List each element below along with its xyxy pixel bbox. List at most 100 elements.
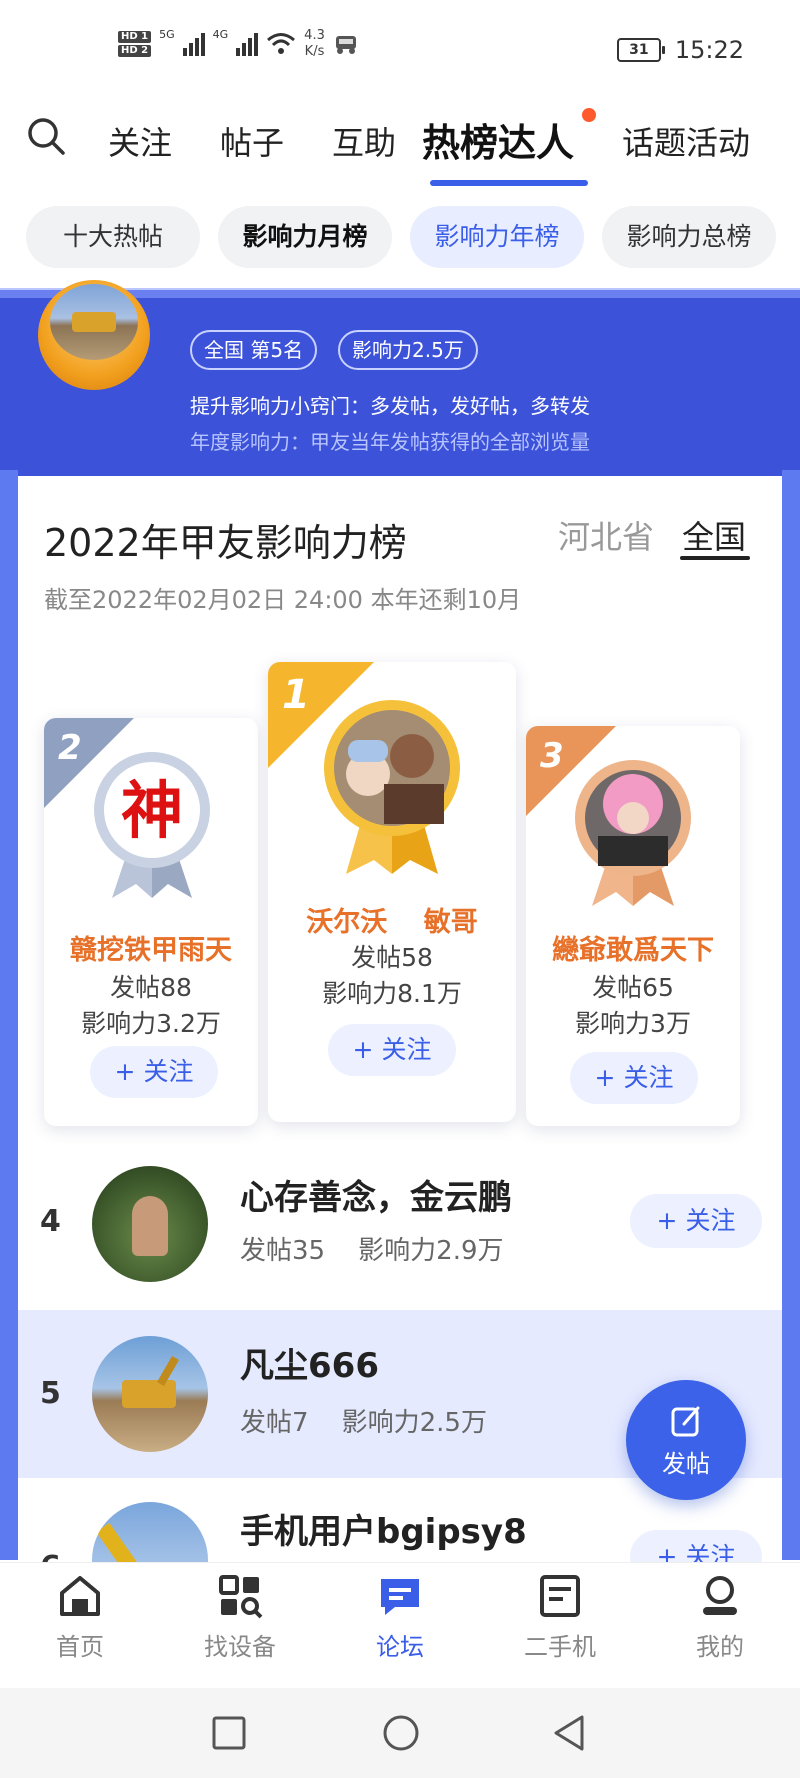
side-band-left [0, 470, 18, 1560]
profile-icon [703, 1576, 737, 1615]
bottom-nav: 首页 找设备 论坛 二手机 我的 [0, 1562, 800, 1689]
row-influence: 影响力2.5万 [341, 1408, 487, 1438]
avatar[interactable] [92, 1336, 208, 1452]
system-nav-bar [0, 1688, 800, 1778]
secondhand-icon [540, 1575, 580, 1617]
new-post-label: 发帖 [662, 1450, 710, 1478]
podium-posts: 发帖88 [110, 973, 192, 1002]
avatar[interactable] [92, 1166, 208, 1282]
edit-icon [671, 1406, 700, 1437]
speed-unit: K/s [304, 44, 325, 59]
podium-posts: 发帖65 [592, 973, 674, 1002]
follow-button[interactable]: + 关注 [570, 1052, 698, 1104]
tip-line-2: 年度影响力：甲友当年发帖获得的全部浏览量 [190, 430, 590, 454]
podium-posts: 发帖58 [351, 943, 433, 972]
nav-label: 首页 [56, 1633, 104, 1661]
speed-value: 4.3 [304, 28, 325, 43]
nav-label: 我的 [696, 1633, 744, 1661]
row-posts: 发帖35 [240, 1236, 326, 1266]
region-province[interactable]: 河北省 [558, 512, 654, 558]
grid-search-icon [219, 1575, 263, 1619]
podium-card-2[interactable]: 2 神 赣挖铁甲雨天 发帖88 影响力3.2万 + 关注 [44, 718, 258, 1126]
chip-monthly[interactable]: 影响力月榜 [218, 206, 392, 268]
network-speed: 4.3 K/s [304, 28, 325, 60]
wifi-icon [267, 33, 296, 54]
avatar-char: 神 [121, 774, 183, 847]
tab-topics[interactable]: 话题活动 [622, 118, 750, 164]
row-rank: 5 [40, 1376, 61, 1411]
home-button-icon[interactable] [382, 1714, 420, 1752]
back-icon[interactable] [552, 1714, 586, 1752]
podium-card-3[interactable]: 3 纞爺敢爲天下 发帖65 影响力3万 + 关注 [526, 726, 740, 1126]
net1-label: 5G [159, 28, 175, 41]
signal-icon [182, 32, 205, 56]
nav-profile[interactable]: 我的 [660, 1573, 780, 1662]
tab-posts[interactable]: 帖子 [220, 118, 284, 164]
status-bar: HD 1 HD 2 5G 4G 4.3 K/s 31 15:22 [0, 0, 800, 100]
chip-total[interactable]: 影响力总榜 [602, 206, 776, 268]
podium-rank: 3 [540, 736, 564, 776]
influence-pill: 影响力2.5万 [338, 330, 478, 370]
row-stats: 发帖7 影响力2.5万 [240, 1402, 487, 1439]
top-nav: 关注 帖子 互助 热榜达人 话题活动 [0, 100, 800, 190]
board-subtitle: 截至2022年02月02日 24:00 本年还剩10月 [44, 586, 522, 614]
my-avatar [38, 280, 150, 390]
recent-apps-icon[interactable] [212, 1716, 246, 1750]
podium-influence: 影响力8.1万 [322, 979, 462, 1008]
region-indicator [680, 556, 750, 560]
follow-button[interactable]: + 关注 [90, 1046, 218, 1098]
podium-name: 赣挖铁甲雨天 [70, 935, 232, 966]
podium-name: 沃尔沃 敏哥 [306, 907, 478, 938]
forum-icon [381, 1579, 419, 1615]
row-rank: 4 [40, 1204, 61, 1239]
notification-dot [582, 108, 596, 122]
row-name: 手机用户bgipsy8 [240, 1512, 527, 1552]
follow-button[interactable]: + 关注 [630, 1530, 762, 1566]
chip-top-ten[interactable]: 十大热帖 [26, 206, 200, 268]
podium-rank: 1 [282, 672, 310, 718]
new-post-button[interactable]: 发帖 [626, 1380, 746, 1500]
tab-follow[interactable]: 关注 [108, 118, 172, 164]
tip-line-1: 提升影响力小窍门：多发帖，发好帖，多转发 [190, 394, 590, 418]
podium-rank: 2 [58, 728, 82, 768]
podium-influence: 影响力3万 [575, 1009, 691, 1038]
nav-home[interactable]: 首页 [20, 1573, 140, 1662]
row-influence: 影响力2.9万 [358, 1236, 504, 1266]
nav-secondhand[interactable]: 二手机 [500, 1573, 620, 1662]
search-icon[interactable] [26, 116, 66, 156]
rank-pill: 全国 第5名 [190, 330, 318, 370]
row-name: 心存善念，金云鹏 [240, 1178, 512, 1218]
podium-card-1[interactable]: 1 沃尔沃 敏哥 发帖58 影响力8.1万 + 关注 [268, 662, 516, 1122]
podium-name: 纞爺敢爲天下 [552, 935, 714, 966]
hd-badges: HD 1 HD 2 [118, 31, 152, 57]
gold-medal-icon [324, 700, 460, 874]
bronze-medal-icon [575, 760, 691, 906]
side-band-right [782, 470, 800, 1560]
active-tab-indicator [430, 180, 588, 186]
row-name: 凡尘666 [240, 1346, 379, 1386]
tab-help[interactable]: 互助 [332, 118, 396, 164]
nav-label: 论坛 [376, 1633, 424, 1661]
board-title: 2022年甲友影响力榜 [44, 521, 407, 565]
home-icon [60, 1576, 100, 1616]
silver-medal-icon: 神 [94, 752, 210, 898]
nav-label: 二手机 [524, 1633, 596, 1661]
avatar[interactable] [92, 1502, 208, 1566]
signal-icon-2 [236, 32, 259, 56]
follow-button[interactable]: + 关注 [630, 1194, 762, 1248]
clock: 15:22 [674, 36, 744, 64]
sub-tabs: 十大热帖 影响力月榜 影响力年榜 影响力总榜 [0, 196, 800, 286]
list-item[interactable]: 4 心存善念，金云鹏 发帖35 影响力2.9万 + 关注 [18, 1142, 782, 1306]
battery-icon: 31 [616, 38, 665, 62]
follow-button[interactable]: + 关注 [328, 1024, 456, 1076]
hd2-badge: HD 2 [118, 45, 152, 57]
row-stats: 发帖35 影响力2.9万 [240, 1230, 504, 1267]
hd1-badge: HD 1 [118, 31, 152, 43]
nav-find-device[interactable]: 找设备 [180, 1573, 300, 1662]
chip-yearly[interactable]: 影响力年榜 [410, 206, 584, 268]
region-all[interactable]: 全国 [682, 512, 746, 558]
nav-forum[interactable]: 论坛 [340, 1573, 460, 1662]
tab-hot-list[interactable]: 热榜达人 [422, 112, 574, 167]
podium-influence: 影响力3.2万 [81, 1009, 221, 1038]
nav-label: 找设备 [204, 1633, 276, 1661]
